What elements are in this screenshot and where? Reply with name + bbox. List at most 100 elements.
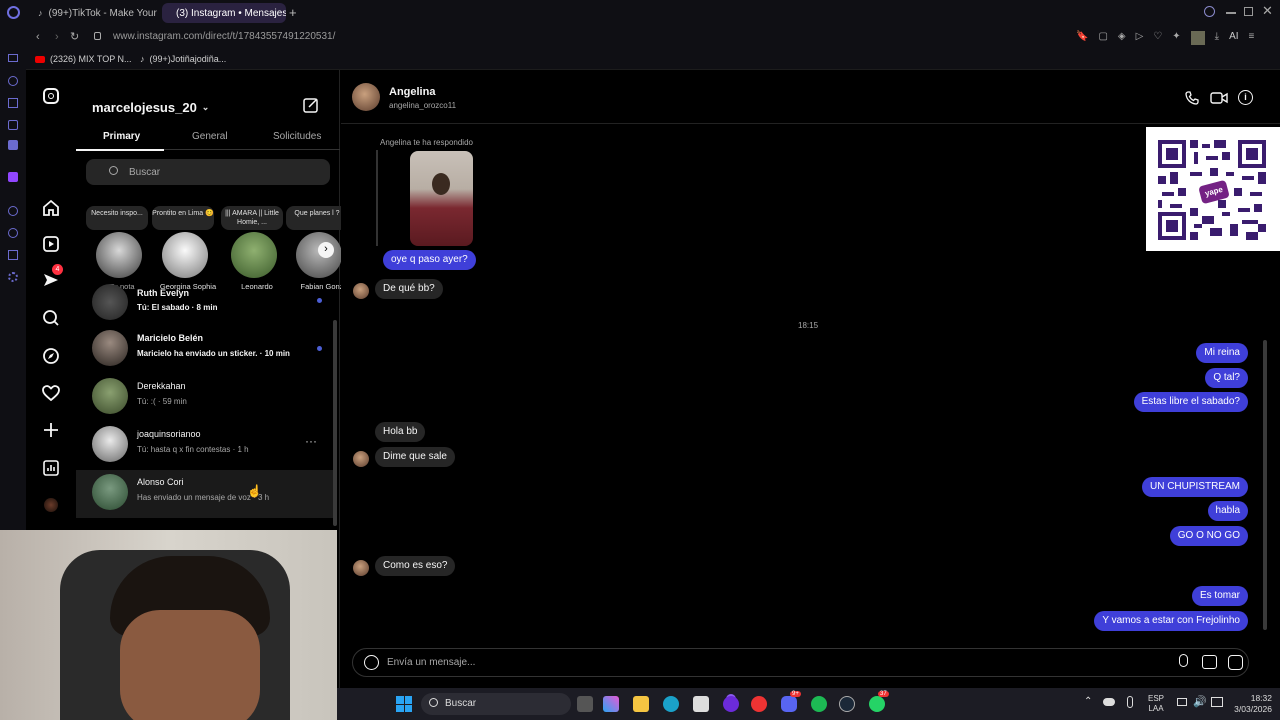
minimize-icon[interactable] xyxy=(1226,12,1236,14)
message-bubble-outgoing[interactable]: oye q paso ayer? xyxy=(383,250,476,270)
message-composer[interactable]: Envía un mensaje... xyxy=(352,648,1249,677)
replied-story-image[interactable] xyxy=(410,151,473,246)
ai-button[interactable]: AI xyxy=(1229,31,1238,45)
more-options-icon[interactable]: ··· xyxy=(305,434,317,448)
contact-avatar[interactable] xyxy=(352,83,380,111)
shield-icon[interactable]: ◈ xyxy=(1118,31,1126,45)
maximize-icon[interactable] xyxy=(1244,7,1253,16)
message-bubble-outgoing[interactable]: Mi reina xyxy=(1196,343,1248,363)
close-window-icon[interactable]: ✕ xyxy=(1262,3,1273,19)
reload-icon[interactable]: ↻ xyxy=(70,30,79,43)
store-icon[interactable] xyxy=(693,696,709,712)
create-icon[interactable] xyxy=(41,420,61,440)
whatsapp-icon[interactable]: 37 xyxy=(869,691,889,712)
phone-call-icon[interactable] xyxy=(1184,90,1200,106)
forward-icon[interactable]: › xyxy=(55,31,59,43)
contact-name[interactable]: Angelina xyxy=(389,86,435,98)
battery-icon[interactable] xyxy=(1211,697,1223,707)
bookmark-youtube[interactable]: (2326) MIX TOP N... xyxy=(35,54,132,64)
explore-icon[interactable] xyxy=(41,346,61,366)
message-input[interactable]: Envía un mensaje... xyxy=(387,657,475,668)
tab-tiktok[interactable]: ♪ (99+)TikTok - Make Your Da xyxy=(30,3,158,23)
tab-requests[interactable]: Solicitudes xyxy=(273,131,321,142)
message-bubble-outgoing[interactable]: Y vamos a estar con Frejolinho xyxy=(1094,611,1248,631)
sidebar-icon-6[interactable] xyxy=(8,206,18,216)
account-switcher[interactable]: marcelojesus_20 ⌄ xyxy=(92,100,209,115)
history-icon[interactable] xyxy=(8,228,18,238)
snapshot-icon[interactable]: ▢ xyxy=(1098,31,1107,45)
instagram-logo-icon[interactable] xyxy=(43,88,59,104)
sticker-icon[interactable] xyxy=(1228,655,1243,670)
play-icon[interactable]: ▷ xyxy=(1136,31,1144,45)
edge-icon[interactable] xyxy=(663,696,679,712)
discord-icon[interactable]: 9+ xyxy=(781,691,801,712)
volume-icon[interactable]: 🔊 xyxy=(1193,695,1207,708)
bookmark-tiktok[interactable]: ♪ (99+)Jotiñajodiña... xyxy=(140,54,226,64)
message-bubble-incoming[interactable]: Hola bb xyxy=(375,422,426,442)
thread-maricielo[interactable]: Maricielo Belén Maricielo ha enviado un … xyxy=(76,326,334,374)
emoji-icon[interactable] xyxy=(364,655,379,670)
thread-derekkahan[interactable]: Derekkahan Tú: :( · 59 min xyxy=(76,374,334,422)
mic-tray-icon[interactable] xyxy=(1127,696,1133,708)
tab-general[interactable]: General xyxy=(192,131,228,142)
search-bar[interactable]: Buscar xyxy=(86,159,330,185)
new-message-icon[interactable] xyxy=(302,96,320,114)
file-explorer-icon[interactable] xyxy=(633,696,649,712)
message-bubble-outgoing[interactable]: Es tomar xyxy=(1191,586,1248,606)
opera-logo-icon[interactable] xyxy=(7,6,20,19)
twitch-icon[interactable] xyxy=(8,172,18,182)
language-indicator[interactable]: ESP LAA xyxy=(1148,694,1164,714)
extensions-icon[interactable]: ✦ xyxy=(1172,31,1180,45)
thread-alonso[interactable]: Alonso Cori Has enviado un mensaje de vo… xyxy=(76,470,334,518)
dashboard-icon[interactable] xyxy=(41,458,61,478)
notifications-heart-icon[interactable] xyxy=(41,383,61,403)
home-icon[interactable] xyxy=(41,198,61,218)
message-bubble-outgoing[interactable]: Estas libre el sabado? xyxy=(1133,392,1248,412)
messages-icon[interactable]: 4 xyxy=(41,264,63,290)
onedrive-icon[interactable] xyxy=(1103,698,1115,706)
thread-ruth[interactable]: Ruth Evelyn Tú: El sabado · 8 min xyxy=(76,282,334,330)
chat-scrollbar[interactable] xyxy=(1263,340,1267,630)
taskbar-search[interactable]: Buscar xyxy=(421,693,571,715)
windows-start-icon[interactable] xyxy=(396,696,412,712)
reels-icon[interactable] xyxy=(41,234,61,254)
sidebar-icon-3[interactable] xyxy=(8,98,18,108)
image-upload-icon[interactable] xyxy=(1202,655,1217,669)
message-bubble-incoming[interactable]: De qué bb? xyxy=(375,279,443,299)
thread-joaquin[interactable]: joaquinsorianoo Tú: hasta q x fin contes… xyxy=(76,422,334,470)
sidebar-icon-1[interactable] xyxy=(8,54,18,62)
tab-primary[interactable]: Primary xyxy=(103,131,140,142)
back-icon[interactable]: ‹ xyxy=(36,31,40,43)
sidebar-icon-4[interactable] xyxy=(8,120,18,130)
sidebar-icon-5[interactable] xyxy=(8,140,18,150)
notes-next-arrow-icon[interactable]: › xyxy=(318,242,334,258)
steam-red-icon[interactable] xyxy=(751,696,767,712)
sidebar-icon-2[interactable] xyxy=(8,76,18,86)
task-view-icon[interactable] xyxy=(577,696,593,712)
message-bubble-outgoing[interactable]: GO O NO GO xyxy=(1169,526,1248,546)
search-tabs-icon[interactable] xyxy=(1204,6,1215,17)
search-icon[interactable] xyxy=(41,308,61,328)
network-icon[interactable] xyxy=(1177,698,1187,706)
clock[interactable]: 18:32 3/03/2026 xyxy=(1232,693,1272,715)
heart-icon[interactable]: ♡ xyxy=(1153,31,1162,45)
new-tab-icon[interactable]: + xyxy=(289,5,297,20)
menu-icon[interactable]: ≡ xyxy=(1249,31,1255,45)
conversation-info-icon[interactable]: i xyxy=(1238,90,1253,105)
message-bubble-outgoing[interactable]: habla xyxy=(1207,501,1248,521)
steam-icon[interactable] xyxy=(839,696,855,712)
message-bubble-outgoing[interactable]: UN CHUPISTREAM xyxy=(1141,477,1248,497)
video-call-icon[interactable] xyxy=(1210,91,1228,105)
extension-icons[interactable]: 🔖 ▢ ◈ ▷ ♡ ✦ ⤓ AI ≡ xyxy=(1076,31,1254,45)
tab-instagram[interactable]: (3) Instagram • Mensajes xyxy=(162,3,286,23)
search-input[interactable]: Buscar xyxy=(129,167,160,178)
copilot-icon[interactable] xyxy=(603,696,619,712)
profile-avatar[interactable] xyxy=(44,498,58,512)
inbox-scrollbar[interactable] xyxy=(333,320,337,526)
message-bubble-incoming[interactable]: Dime que sale xyxy=(375,447,455,467)
download-icon[interactable]: ⤓ xyxy=(1215,31,1219,45)
message-bubble-outgoing[interactable]: Q tal? xyxy=(1205,368,1248,388)
microphone-icon[interactable] xyxy=(1179,654,1188,667)
message-bubble-incoming[interactable]: Como es eso? xyxy=(375,556,456,576)
bookmark-icon[interactable]: 🔖 xyxy=(1076,31,1088,45)
